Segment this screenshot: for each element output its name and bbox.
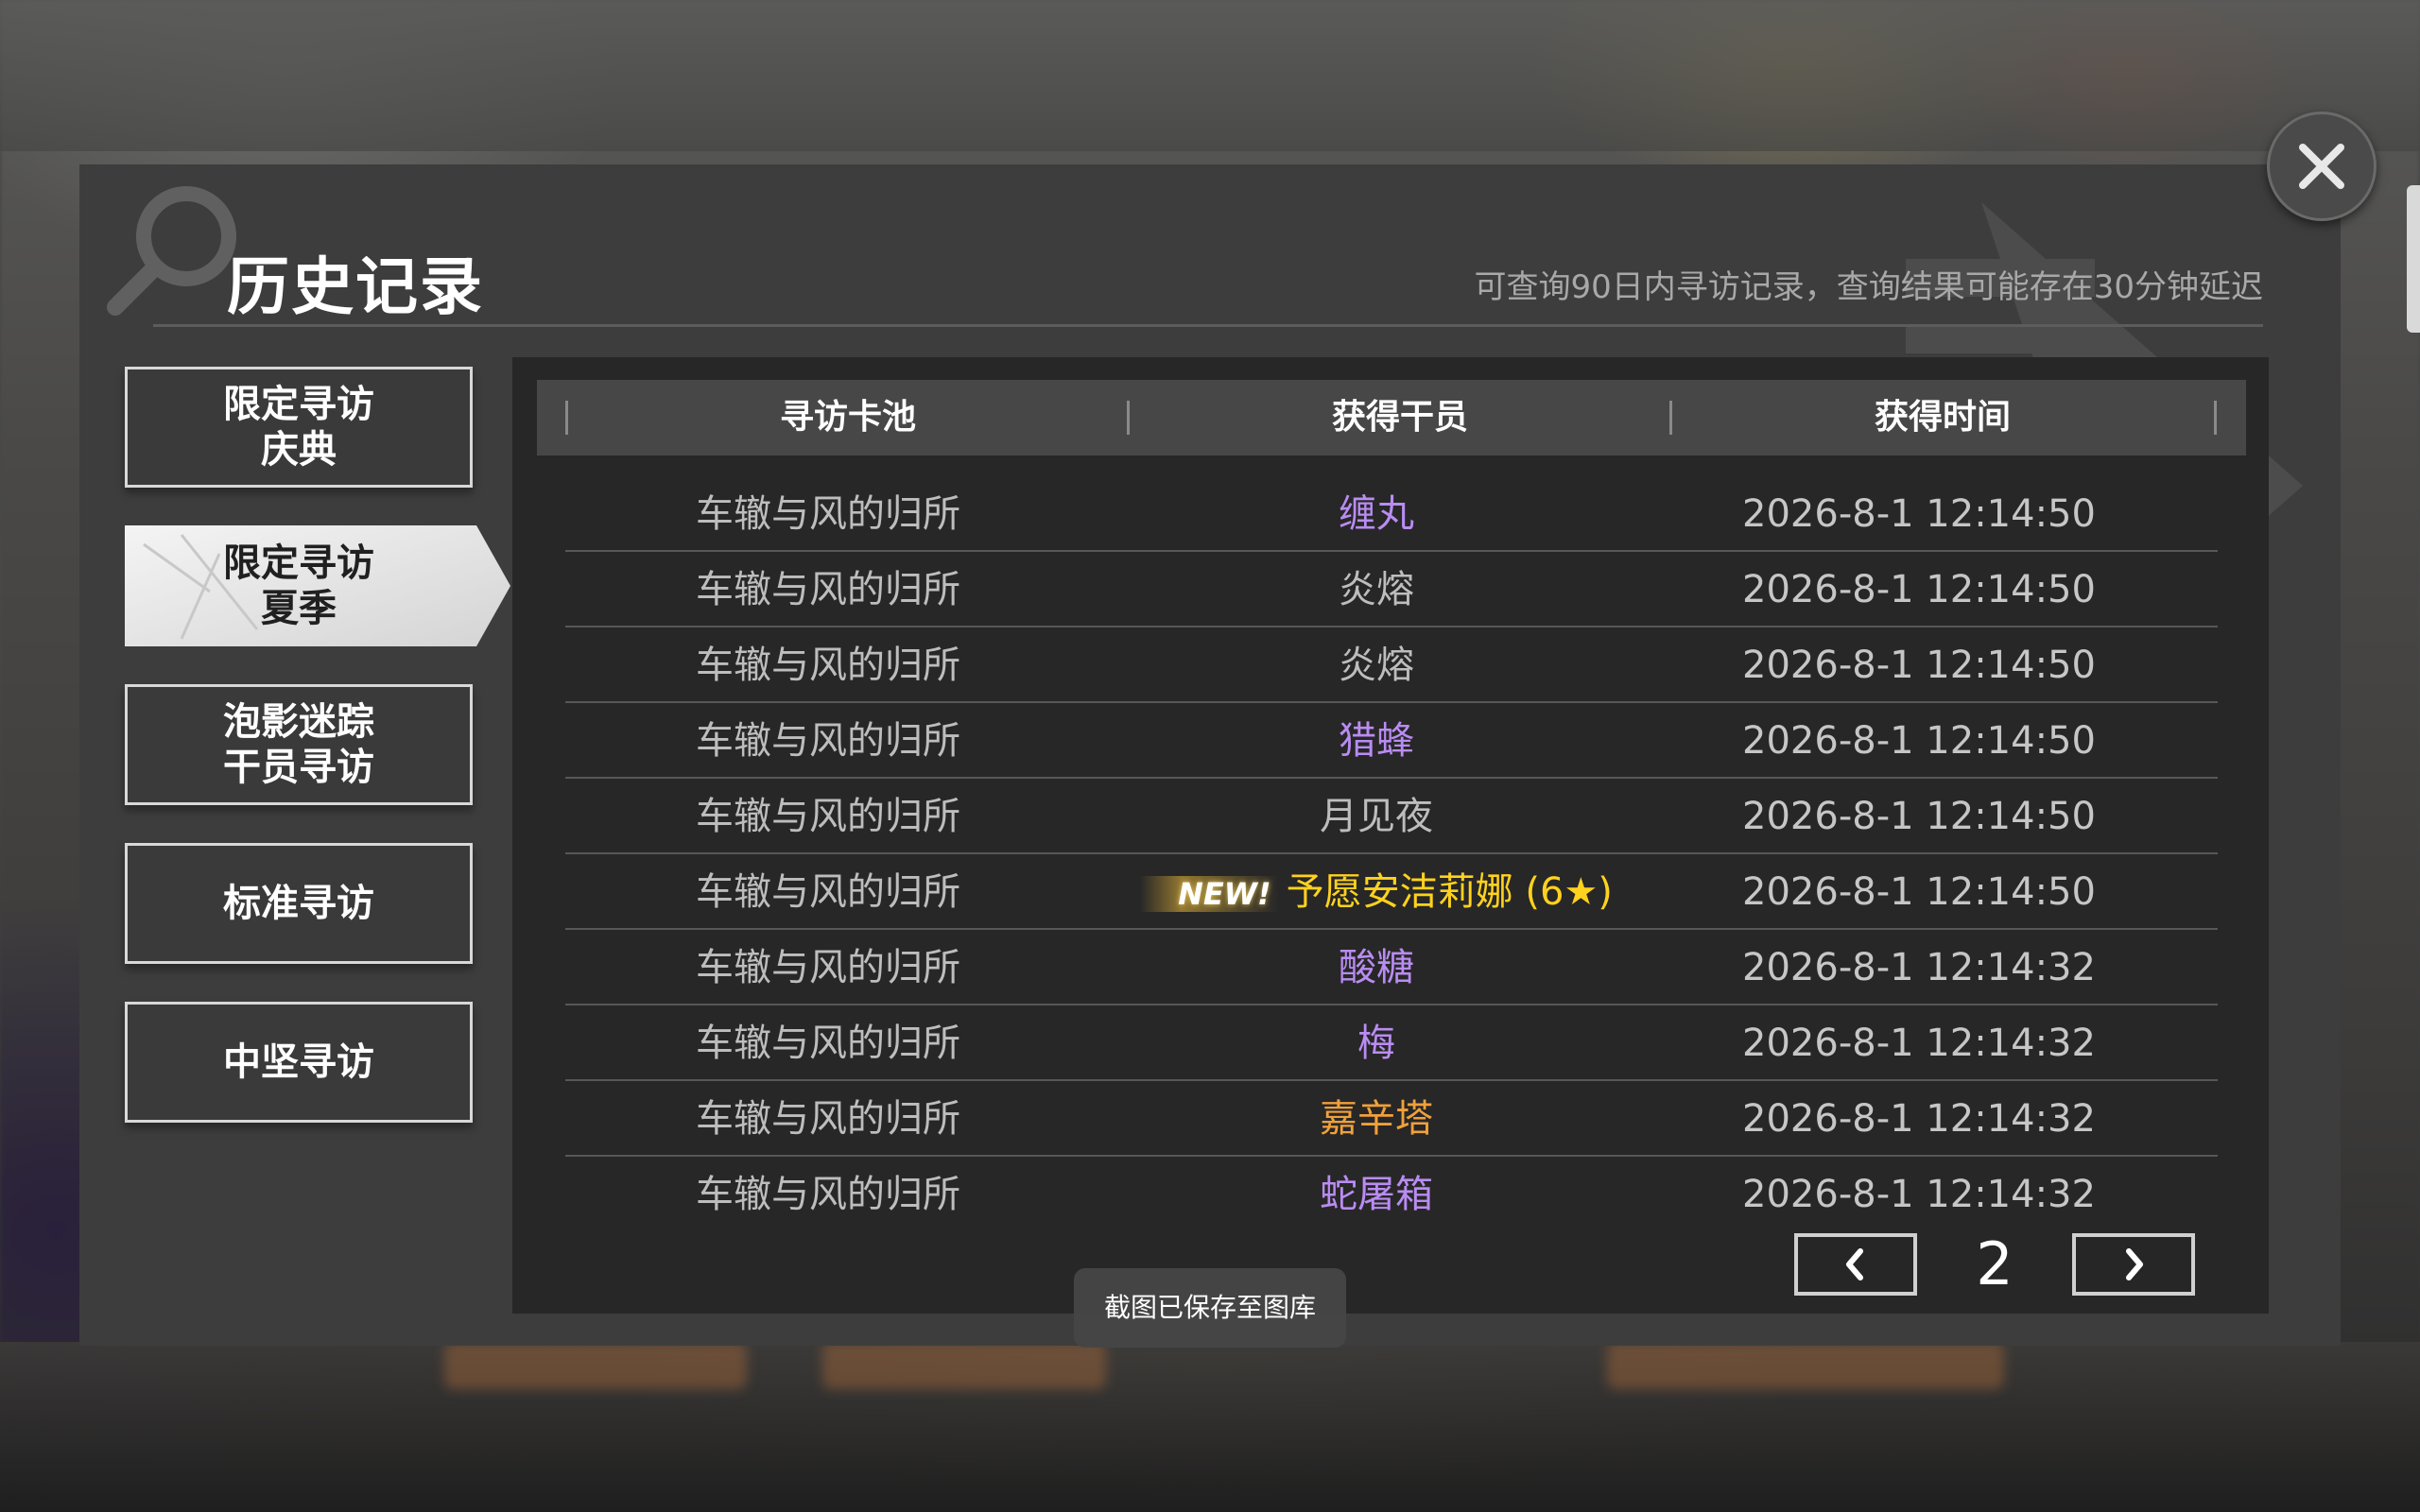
time-cell: 2026-8-1 12:14:32 <box>1742 1173 2096 1216</box>
table-row: 车辙与风的归所 NEW! 予愿安洁莉娜 (6★) 2026-8-1 12:14:50 <box>565 854 2218 930</box>
column-header-pool: 寻访卡池 <box>779 398 916 437</box>
sidebar-item-limited-celebration[interactable]: 限定寻访 庆典 <box>125 367 473 488</box>
operator-cell: 炎熔 <box>1110 552 1643 627</box>
table-row: 车辙与风的归所 梅 2026-8-1 12:14:32 <box>565 1005 2218 1081</box>
table-row: 车辙与风的归所 炎熔 2026-8-1 12:14:50 <box>565 627 2218 703</box>
background-bottom-bar <box>0 1342 2420 1512</box>
sidebar-item-label: 限定寻访 夏季 <box>223 541 374 630</box>
chevron-left-icon <box>1846 1248 1863 1280</box>
operator-name: 酸糖 <box>1339 946 1414 989</box>
operator-name: 炎熔 <box>1339 644 1414 687</box>
table-row: 车辙与风的归所 炎熔 2026-8-1 12:14:50 <box>565 552 2218 627</box>
column-header-time: 获得时间 <box>1874 398 2011 437</box>
table-row: 车辙与风的归所 缠丸 2026-8-1 12:14:50 <box>565 476 2218 552</box>
title-divider <box>153 324 2263 327</box>
time-cell: 2026-8-1 12:14:50 <box>1742 795 2096 838</box>
operator-cell: 月见夜 <box>1110 779 1643 854</box>
operator-cell: 酸糖 <box>1110 930 1643 1005</box>
page-number: 2 <box>1976 1229 2014 1298</box>
sidebar-item-label: 泡影迷踪 干员寻访 <box>223 700 374 789</box>
time-cell: 2026-8-1 12:14:32 <box>1742 1022 2096 1065</box>
new-badge: NEW! <box>1140 876 1279 912</box>
time-cell: 2026-8-1 12:14:32 <box>1742 1097 2096 1141</box>
sidebar-item-label: 标准寻访 <box>223 882 374 925</box>
operator-cell: 梅 <box>1110 1005 1643 1081</box>
edge-scroll-handle <box>2407 185 2420 333</box>
pool-cell: 车辙与风的归所 <box>696 644 960 687</box>
toast-message: 截图已保存至图库 <box>1074 1268 1346 1348</box>
page-subtitle: 可查询90日内寻访记录，查询结果可能存在30分钟延迟 <box>1474 268 2263 306</box>
close-icon <box>2299 144 2344 189</box>
pool-cell: 车辙与风的归所 <box>696 870 960 914</box>
pool-cell: 车辙与风的归所 <box>696 719 960 763</box>
table-row: 车辙与风的归所 猎蜂 2026-8-1 12:14:50 <box>565 703 2218 779</box>
operator-name: 蛇屠箱 <box>1320 1173 1433 1216</box>
pool-cell: 车辙与风的归所 <box>696 795 960 838</box>
operator-name: 嘉辛塔 <box>1320 1097 1433 1141</box>
pool-cell: 车辙与风的归所 <box>696 1097 960 1141</box>
sidebar-item-phantom-trail[interactable]: 泡影迷踪 干员寻访 <box>125 684 473 805</box>
prev-page-button[interactable] <box>1794 1233 1917 1296</box>
close-button[interactable] <box>2267 112 2377 221</box>
operator-name: 梅 <box>1357 1022 1395 1065</box>
operator-name: 炎熔 <box>1339 568 1414 611</box>
operator-name: 予愿安洁莉娜 (6★) <box>1286 870 1613 914</box>
sidebar-item-limited-summer[interactable]: 限定寻访 夏季 <box>125 525 510 646</box>
pool-cell: 车辙与风的归所 <box>696 1022 960 1065</box>
table-row: 车辙与风的归所 嘉辛塔 2026-8-1 12:14:32 <box>565 1081 2218 1157</box>
time-cell: 2026-8-1 12:14:50 <box>1742 568 2096 611</box>
background-blur-item <box>444 1342 747 1389</box>
sidebar-item-standard[interactable]: 标准寻访 <box>125 843 473 964</box>
pool-cell: 车辙与风的归所 <box>696 1173 960 1216</box>
operator-cell: 猎蜂 <box>1110 703 1643 779</box>
operator-cell: 嘉辛塔 <box>1110 1081 1643 1157</box>
chevron-right-icon <box>2126 1248 2143 1280</box>
table-row: 车辙与风的归所 蛇屠箱 2026-8-1 12:14:32 <box>565 1157 2218 1232</box>
time-cell: 2026-8-1 12:14:50 <box>1742 644 2096 687</box>
header-separator <box>2214 401 2217 435</box>
pool-cell: 车辙与风的归所 <box>696 568 960 611</box>
background-blur-item <box>822 1342 1106 1389</box>
next-page-button[interactable] <box>2072 1233 2195 1296</box>
time-cell: 2026-8-1 12:14:50 <box>1742 492 2096 536</box>
operator-cell: 蛇屠箱 <box>1110 1157 1643 1232</box>
sidebar-item-kernel[interactable]: 中坚寻访 <box>125 1002 473 1123</box>
operator-name: 猎蜂 <box>1339 719 1414 763</box>
background-blur-item <box>1607 1342 2004 1389</box>
page-title: 历史记录 <box>227 250 484 323</box>
table-row: 车辙与风的归所 酸糖 2026-8-1 12:14:32 <box>565 930 2218 1005</box>
pool-cell: 车辙与风的归所 <box>696 492 960 536</box>
pool-cell: 车辙与风的归所 <box>696 946 960 989</box>
sidebar-item-label: 限定寻访 庆典 <box>223 383 374 472</box>
operator-cell: NEW! 予愿安洁莉娜 (6★) <box>1110 854 1643 930</box>
time-cell: 2026-8-1 12:14:32 <box>1742 946 2096 989</box>
table-row: 车辙与风的归所 月见夜 2026-8-1 12:14:50 <box>565 779 2218 854</box>
operator-name: 缠丸 <box>1339 492 1414 536</box>
time-cell: 2026-8-1 12:14:50 <box>1742 719 2096 763</box>
operator-name: 月见夜 <box>1320 795 1433 838</box>
column-header-operator: 获得干员 <box>1331 398 1468 437</box>
operator-cell: 炎熔 <box>1110 627 1643 703</box>
sidebar-item-label: 中坚寻访 <box>223 1040 374 1084</box>
background-top-bar <box>0 0 2420 151</box>
operator-cell: 缠丸 <box>1110 476 1643 552</box>
time-cell: 2026-8-1 12:14:50 <box>1742 870 2096 914</box>
